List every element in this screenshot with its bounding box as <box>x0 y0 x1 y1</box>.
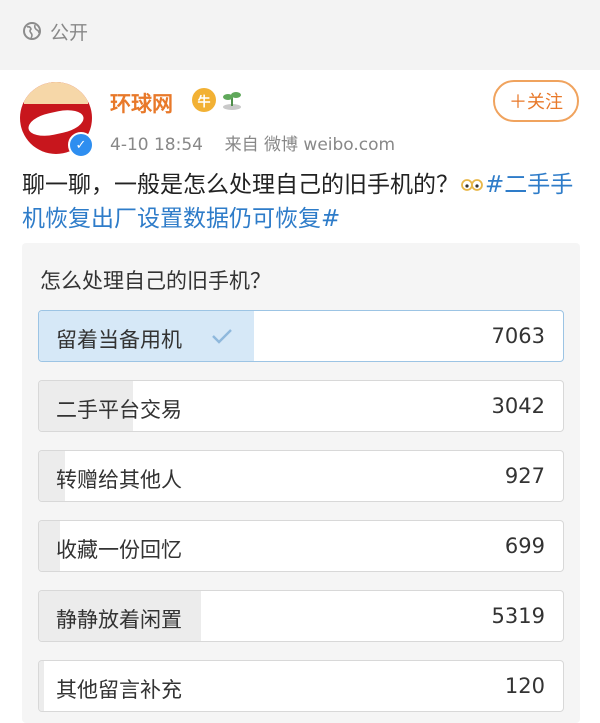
poll-option-label: 静静放着闲置 <box>56 608 182 632</box>
author-name[interactable]: 环球网 <box>110 88 173 118</box>
poll-option[interactable]: 二手平台交易 3042 <box>38 380 564 432</box>
poll-option-count: 3042 <box>491 394 545 418</box>
post-time: 4-10 18:54 <box>110 135 203 155</box>
glasses-emoji-icon <box>461 179 483 191</box>
check-icon <box>212 329 232 344</box>
verified-icon: ✓ <box>68 132 94 158</box>
poll-option-count: 7063 <box>491 324 545 348</box>
follow-button[interactable]: ＋关注 <box>493 80 579 122</box>
plant-badge-icon <box>223 92 241 110</box>
post-meta: 4-10 18:54 来自 微博 weibo.com <box>110 130 395 155</box>
poll-option-label: 二手平台交易 <box>56 398 182 422</box>
poll-card: 怎么处理自己的旧手机？ 留着当备用机 7063 二手平台交易 3042 转赠给其他人 92… <box>22 243 580 723</box>
poll-option[interactable]: 留着当备用机 7063 <box>38 310 564 362</box>
post-body: 聊一聊，一般是怎么处理自己的旧手机的？ <box>22 172 459 198</box>
ox-badge-icon: 牛 <box>192 88 216 112</box>
post-text: 聊一聊，一般是怎么处理自己的旧手机的？ #二手手机恢复出厂设置数据仍可恢复# <box>22 168 582 236</box>
post-source[interactable]: 来自 微博 weibo.com <box>225 135 396 155</box>
poll-option-label: 留着当备用机 <box>56 328 182 352</box>
poll-option-label: 收藏一份回忆 <box>56 538 182 562</box>
poll-option[interactable]: 静静放着闲置 5319 <box>38 590 564 642</box>
poll-option[interactable]: 转赠给其他人 927 <box>38 450 564 502</box>
poll-option[interactable]: 收藏一份回忆 699 <box>38 520 564 572</box>
poll-option-label: 转赠给其他人 <box>56 468 182 492</box>
poll-option-count: 699 <box>504 534 545 558</box>
poll-option[interactable]: 其他留言补充 120 <box>38 660 564 712</box>
visibility-label: 公开 <box>50 21 89 44</box>
poll-option-fill <box>39 661 45 711</box>
globe-icon <box>23 22 41 40</box>
divider <box>0 62 600 70</box>
poll-option-count: 927 <box>504 464 545 488</box>
poll-option-count: 120 <box>504 674 545 698</box>
poll-option-count: 5319 <box>491 604 545 628</box>
poll-option-label: 其他留言补充 <box>56 678 182 702</box>
visibility-bar: 公开 <box>0 0 600 62</box>
poll-question: 怎么处理自己的旧手机？ <box>40 269 271 293</box>
